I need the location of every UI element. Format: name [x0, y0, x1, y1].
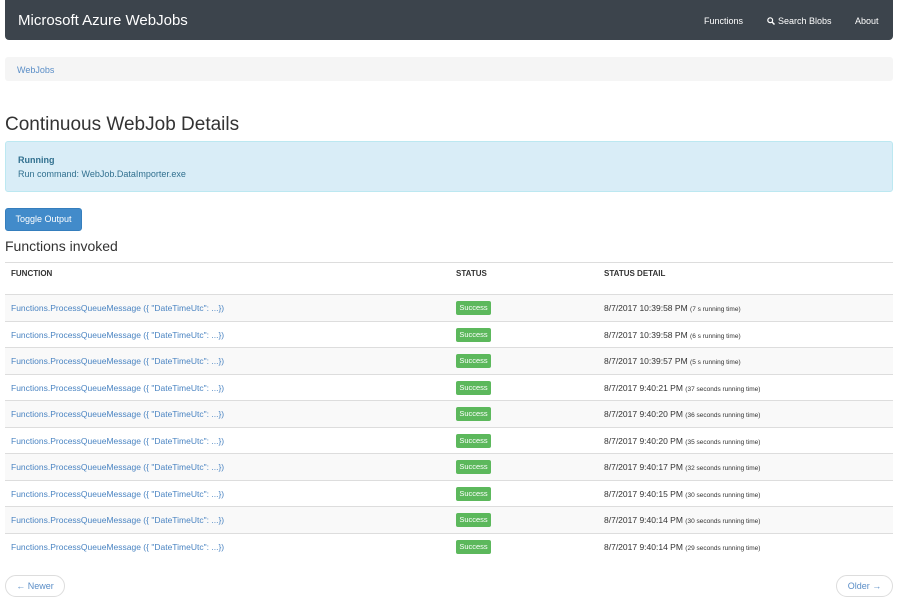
functions-invoked-title: Functions invoked [5, 238, 118, 254]
status-time: 8/7/2017 9:40:14 PM [604, 515, 683, 525]
status-badge: Success [456, 301, 491, 315]
running-time: (29 seconds running time) [685, 544, 761, 552]
status-state: Running [18, 155, 55, 165]
status-detail: 8/7/2017 9:40:21 PM (37 seconds running … [604, 383, 760, 393]
status-badge: Success [456, 460, 491, 474]
running-time: (30 seconds running time) [685, 518, 761, 525]
function-link[interactable]: Functions.ProcessQueueMessage ({ "DateTi… [11, 303, 224, 313]
status-badge: Success [456, 327, 491, 342]
table-row: Functions.ProcessQueueMessage ({ "DateTi… [5, 373, 893, 401]
status-badge: Success [456, 513, 491, 527]
status-detail: 8/7/2017 9:40:15 PM (30 seconds running … [604, 489, 760, 499]
nav-search-blobs-label: Search Blobs [778, 16, 832, 26]
table-row: Functions.ProcessQueueMessage ({ "DateTi… [5, 320, 893, 348]
status-badge: Success [456, 486, 491, 501]
running-time: (7 s running time) [690, 306, 741, 313]
status-time: 8/7/2017 9:40:20 PM [604, 409, 683, 419]
status-time: 8/7/2017 9:40:15 PM [604, 488, 683, 499]
column-header-status: STATUS [456, 269, 487, 278]
running-time: (32 seconds running time) [685, 465, 761, 472]
toggle-output-button[interactable]: Toggle Output [5, 208, 82, 231]
function-link[interactable]: Functions.ProcessQueueMessage ({ "DateTi… [11, 436, 224, 446]
table-row: Functions.ProcessQueueMessage ({ "DateTi… [5, 347, 893, 374]
page-title: Continuous WebJob Details [5, 114, 240, 135]
function-link[interactable]: Functions.ProcessQueueMessage ({ "DateTi… [11, 356, 224, 366]
function-link[interactable]: Functions.ProcessQueueMessage ({ "DateTi… [11, 542, 224, 552]
status-badge: Success [456, 407, 491, 421]
newer-button[interactable]: ← Newer [5, 575, 65, 597]
status-detail: 8/7/2017 9:40:14 PM (29 seconds running … [604, 542, 760, 552]
function-link[interactable]: Functions.ProcessQueueMessage ({ "DateTi… [11, 383, 224, 393]
status-panel: Running Run command: WebJob.DataImporter… [5, 141, 893, 192]
status-detail: 8/7/2017 9:40:17 PM (32 seconds running … [604, 462, 760, 472]
table-header: FUNCTION STATUS STATUS DETAIL [5, 262, 893, 282]
functions-table: Functions.ProcessQueueMessage ({ "DateTi… [5, 294, 893, 559]
table-row: Functions.ProcessQueueMessage ({ "DateTi… [5, 479, 893, 507]
status-badge: Success [456, 539, 491, 554]
running-time: (5 s running time) [690, 359, 741, 366]
status-time: 8/7/2017 10:39:58 PM [604, 329, 688, 340]
status-time: 8/7/2017 10:39:57 PM [604, 356, 688, 366]
top-navbar: Microsoft Azure WebJobs Functions Search… [5, 0, 893, 40]
nav-about-link[interactable]: About [855, 16, 879, 26]
status-badge: Success [456, 380, 491, 395]
table-row: Functions.ProcessQueueMessage ({ "DateTi… [5, 506, 893, 533]
run-command-text: Run command: WebJob.DataImporter.exe [18, 169, 186, 179]
table-row: Functions.ProcessQueueMessage ({ "DateTi… [5, 453, 893, 480]
running-time: (35 seconds running time) [685, 438, 761, 446]
status-detail: 8/7/2017 9:40:20 PM (36 seconds running … [604, 409, 760, 419]
status-detail: 8/7/2017 10:39:58 PM (6 s running time) [604, 330, 741, 340]
function-link[interactable]: Functions.ProcessQueueMessage ({ "DateTi… [11, 515, 224, 525]
nav-search-blobs-link[interactable]: Search Blobs [767, 16, 832, 26]
status-time: 8/7/2017 9:40:14 PM [604, 541, 683, 552]
column-header-status-detail: STATUS DETAIL [604, 269, 666, 278]
table-row: Functions.ProcessQueueMessage ({ "DateTi… [5, 532, 893, 560]
status-badge: Success [456, 433, 491, 448]
running-time: (6 s running time) [690, 332, 741, 340]
status-detail: 8/7/2017 9:40:20 PM (35 seconds running … [604, 436, 760, 446]
running-time: (30 seconds running time) [685, 491, 761, 499]
function-link[interactable]: Functions.ProcessQueueMessage ({ "DateTi… [11, 330, 224, 340]
column-header-function: FUNCTION [11, 269, 53, 278]
table-row: Functions.ProcessQueueMessage ({ "DateTi… [5, 400, 893, 427]
function-link[interactable]: Functions.ProcessQueueMessage ({ "DateTi… [11, 409, 224, 419]
status-detail: 8/7/2017 10:39:57 PM (5 s running time) [604, 356, 741, 366]
breadcrumb: WebJobs [5, 57, 893, 81]
search-icon [767, 17, 775, 25]
breadcrumb-webjobs-link[interactable]: WebJobs [17, 65, 54, 75]
function-link[interactable]: Functions.ProcessQueueMessage ({ "DateTi… [11, 489, 224, 499]
status-time: 8/7/2017 9:40:20 PM [604, 435, 683, 446]
status-detail: 8/7/2017 9:40:14 PM (30 seconds running … [604, 515, 760, 525]
brand-title[interactable]: Microsoft Azure WebJobs [18, 12, 188, 29]
nav-functions-link[interactable]: Functions [704, 16, 743, 26]
status-time: 8/7/2017 10:39:58 PM [604, 303, 688, 313]
table-row: Functions.ProcessQueueMessage ({ "DateTi… [5, 294, 893, 321]
status-time: 8/7/2017 9:40:17 PM [604, 462, 683, 472]
running-time: (37 seconds running time) [685, 385, 761, 393]
running-time: (36 seconds running time) [685, 412, 761, 419]
table-row: Functions.ProcessQueueMessage ({ "DateTi… [5, 426, 893, 454]
status-detail: 8/7/2017 10:39:58 PM (7 s running time) [604, 303, 741, 313]
function-link[interactable]: Functions.ProcessQueueMessage ({ "DateTi… [11, 462, 224, 472]
status-badge: Success [456, 354, 491, 368]
status-time: 8/7/2017 9:40:21 PM [604, 382, 683, 393]
older-button[interactable]: Older → [836, 575, 893, 597]
